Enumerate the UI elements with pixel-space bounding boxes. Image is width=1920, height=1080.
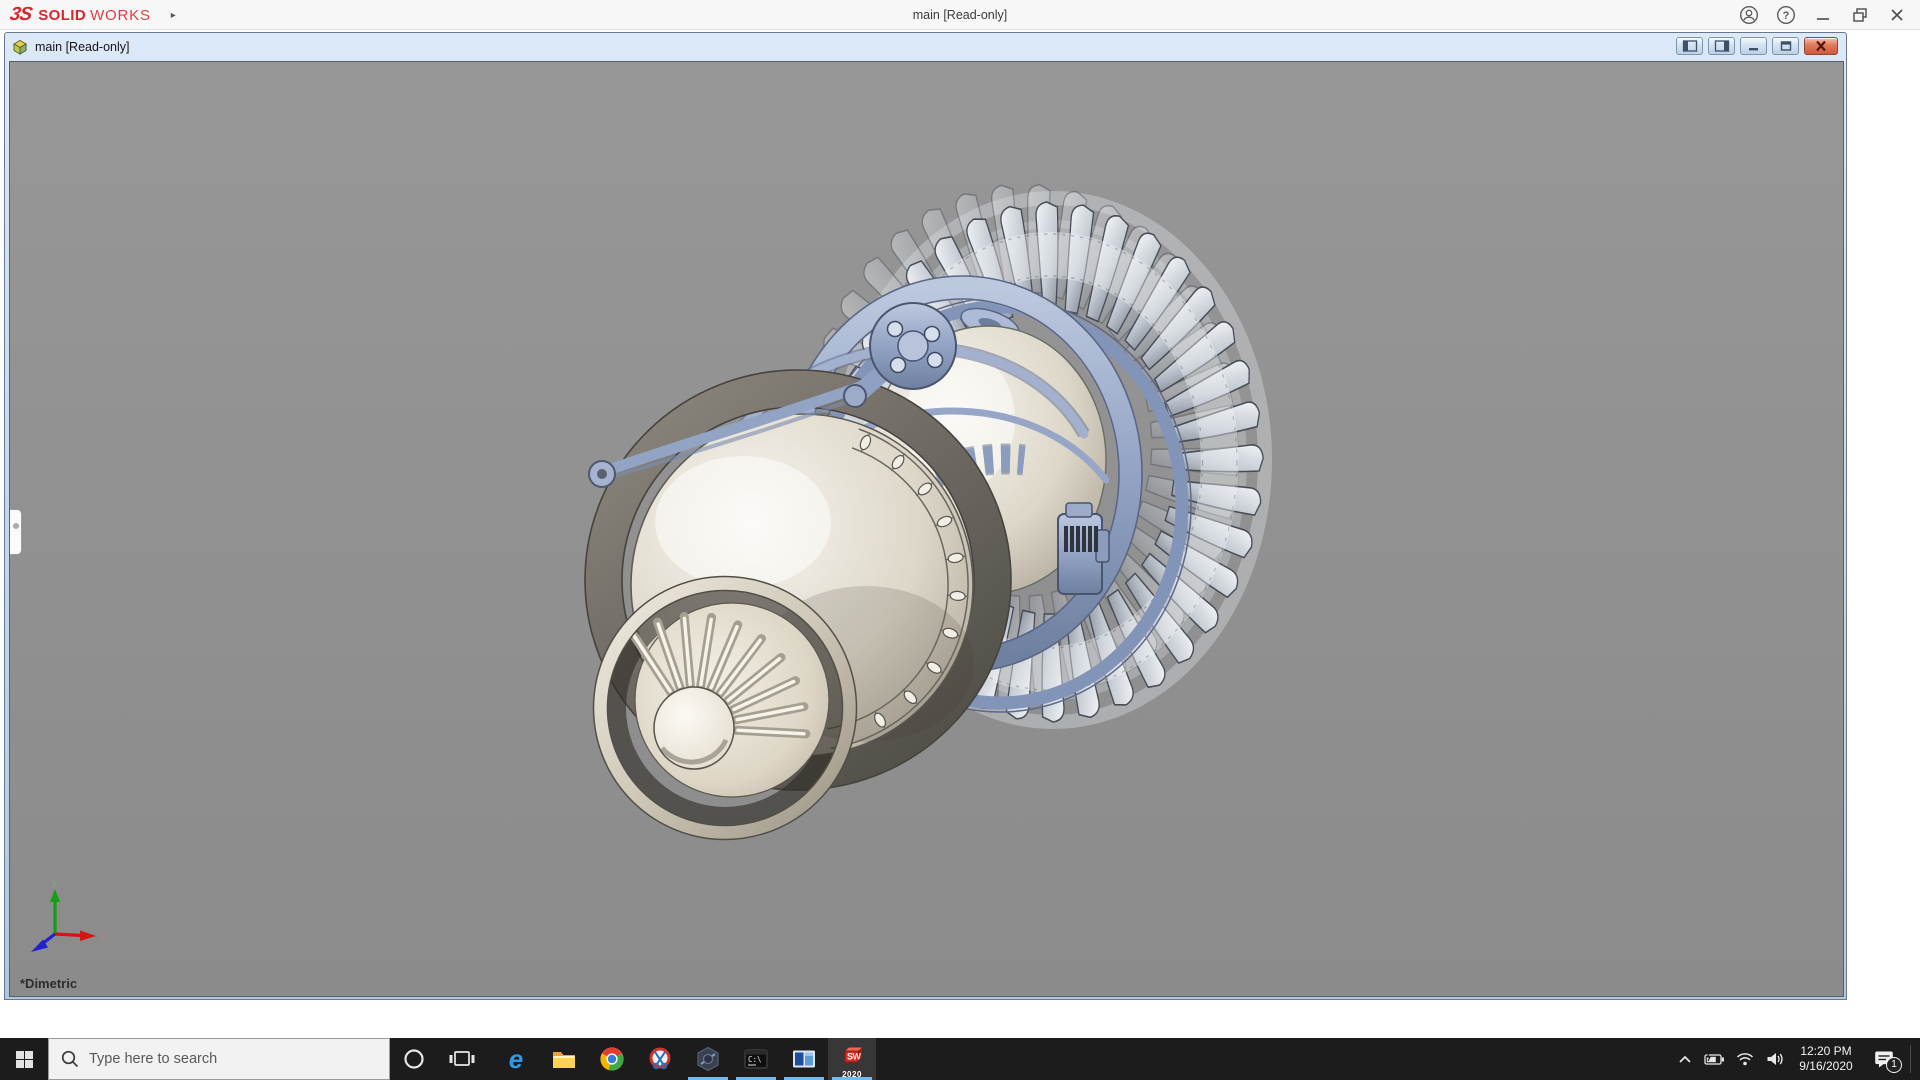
hexagon-app-icon <box>694 1045 722 1073</box>
reference-triad: y x <box>22 876 114 960</box>
volume-icon[interactable] <box>1761 1038 1789 1080</box>
action-center-button[interactable]: 1 <box>1863 1038 1905 1080</box>
brand-works: WORKS <box>90 7 151 24</box>
model-viewport[interactable]: y x *Dimetric <box>9 61 1844 997</box>
close-icon[interactable] <box>1886 4 1908 26</box>
windows-logo-icon <box>16 1051 33 1068</box>
app-titlebar: 3S SOLIDWORKS ▸ main [Read-only] ? <box>0 0 1920 30</box>
dassault-3s-logo-mark: 3S <box>8 4 33 26</box>
taskbar-clock[interactable]: 12:20 PM 9/16/2020 <box>1791 1044 1861 1074</box>
snipping-tool-icon <box>646 1045 674 1073</box>
blue-window-app-icon <box>790 1045 818 1073</box>
pane-left-icon[interactable] <box>1676 37 1703 55</box>
show-desktop-divider[interactable] <box>1910 1045 1911 1073</box>
view-orientation-label: *Dimetric <box>20 976 77 991</box>
battery-charging-icon[interactable] <box>1701 1038 1729 1080</box>
taskbar-app-command-prompt[interactable]: C:\ <box>732 1038 780 1080</box>
taskbar-app-snipping-tool[interactable] <box>636 1038 684 1080</box>
assembly-document-icon <box>11 38 29 56</box>
taskbar-app-microsoft-edge[interactable]: e <box>492 1038 540 1080</box>
task-view-icon <box>449 1048 475 1070</box>
taskbar-app-blue-window[interactable] <box>780 1038 828 1080</box>
jet-engine-3d-model <box>10 62 1843 996</box>
doc-close-icon[interactable] <box>1804 37 1838 55</box>
wifi-icon[interactable] <box>1731 1038 1759 1080</box>
clock-time: 12:20 PM <box>1793 1044 1859 1059</box>
solidworks-icon: S W <box>838 1045 866 1073</box>
taskbar-app-hexagon-3d[interactable] <box>684 1038 732 1080</box>
feature-panel-collapsed-tab[interactable] <box>10 509 22 555</box>
app-window-title: main [Read-only] <box>0 0 1920 30</box>
cortana-button[interactable] <box>390 1038 438 1080</box>
taskbar-app-solidworks-2020[interactable]: S W 2020 <box>828 1038 876 1080</box>
app-workspace: main [Read-only] <box>0 30 1920 1038</box>
x-axis <box>55 934 82 936</box>
system-tray: 12:20 PM 9/16/2020 1 <box>1671 1038 1920 1080</box>
search-input[interactable] <box>48 1038 390 1080</box>
notification-count-badge: 1 <box>1886 1057 1902 1073</box>
triad-y-label: y <box>52 878 57 889</box>
windows-taskbar: e <box>0 1038 1920 1080</box>
svg-text:W: W <box>853 1052 862 1062</box>
chrome-icon <box>598 1045 626 1073</box>
app-window-controls: ? <box>1738 0 1908 30</box>
start-button[interactable] <box>0 1038 48 1080</box>
engine-gearbox-detail <box>1058 503 1109 594</box>
menu-flyout-arrow-icon[interactable]: ▸ <box>171 10 176 21</box>
svg-text:?: ? <box>1783 10 1790 22</box>
panel-tab-dot <box>13 523 19 529</box>
edge-icon: e <box>502 1045 530 1073</box>
account-icon[interactable] <box>1738 4 1760 26</box>
task-view-button[interactable] <box>438 1038 486 1080</box>
cortana-icon <box>402 1047 426 1071</box>
doc-minimize-icon[interactable] <box>1740 37 1767 55</box>
solidworks-year-label: 2020 <box>828 1070 876 1079</box>
pane-right-icon[interactable] <box>1708 37 1735 55</box>
tray-chevron-icon[interactable] <box>1671 1038 1699 1080</box>
document-window: main [Read-only] <box>4 32 1847 1000</box>
restore-down-icon[interactable] <box>1849 4 1871 26</box>
svg-text:C:\: C:\ <box>748 1055 762 1064</box>
brand-solid: SOLID <box>38 7 86 24</box>
document-title: main [Read-only] <box>35 40 130 54</box>
triad-x-label: x <box>101 932 106 943</box>
taskbar-app-google-chrome[interactable] <box>588 1038 636 1080</box>
taskbar-app-file-explorer[interactable] <box>540 1038 588 1080</box>
minimize-icon[interactable] <box>1812 4 1834 26</box>
document-titlebar[interactable]: main [Read-only] <box>5 33 1846 61</box>
document-window-controls <box>1676 37 1838 55</box>
taskbar-search <box>48 1038 390 1080</box>
clock-date: 9/16/2020 <box>1793 1059 1859 1074</box>
command-prompt-icon: C:\ <box>742 1045 770 1073</box>
doc-restore-icon[interactable] <box>1772 37 1799 55</box>
solidworks-logo: 3S SOLIDWORKS ▸ <box>10 0 176 30</box>
file-explorer-icon <box>550 1045 578 1073</box>
help-icon[interactable]: ? <box>1775 4 1797 26</box>
pinned-apps: e <box>492 1038 876 1080</box>
svg-text:e: e <box>509 1045 523 1073</box>
